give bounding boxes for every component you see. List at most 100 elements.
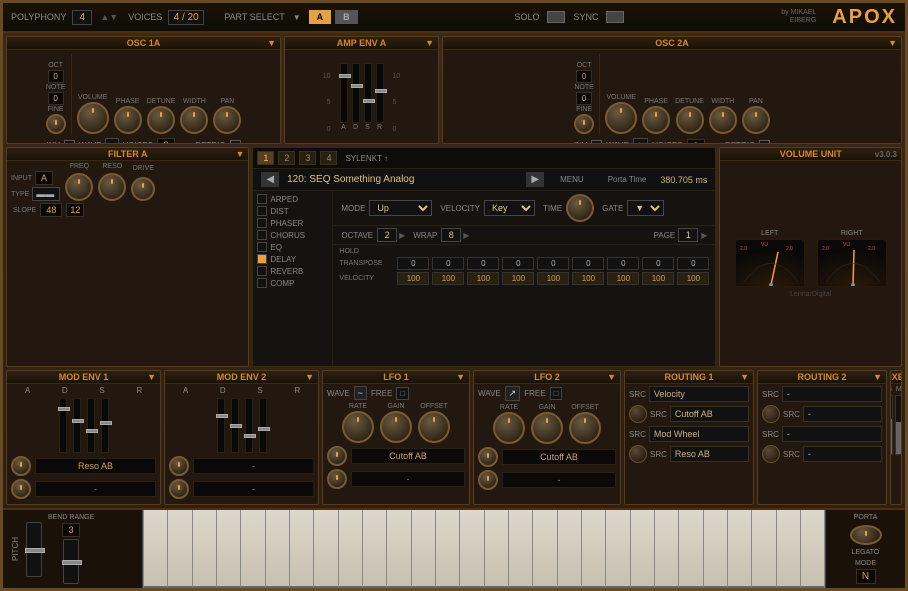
key-d2[interactable] bbox=[338, 510, 362, 588]
seq-note-2[interactable]: 0 bbox=[467, 257, 499, 270]
seq-chorus-box[interactable] bbox=[257, 230, 267, 240]
mod-env2-dest2[interactable]: - bbox=[193, 481, 314, 497]
amp-a-track[interactable] bbox=[340, 63, 348, 123]
osc1-wave-val[interactable]: ~ bbox=[105, 138, 118, 144]
osc2-volume-knob[interactable] bbox=[605, 102, 637, 134]
key-g4[interactable] bbox=[751, 510, 775, 588]
key-e2[interactable] bbox=[362, 510, 386, 588]
seq-note-4[interactable]: 0 bbox=[537, 257, 569, 270]
lfo1-dest2[interactable]: - bbox=[351, 471, 465, 487]
lfo2-wave-sel[interactable]: ↗ bbox=[505, 386, 521, 401]
lfo1-offset-knob[interactable] bbox=[418, 411, 450, 443]
key-d4[interactable] bbox=[678, 510, 702, 588]
filter-slope-val[interactable]: 48 bbox=[40, 203, 62, 217]
mod-env1-r-track[interactable] bbox=[101, 398, 109, 453]
key-f2[interactable] bbox=[386, 510, 410, 588]
seq-note-1[interactable]: 0 bbox=[432, 257, 464, 270]
lfo1-dest2-knob[interactable] bbox=[327, 469, 347, 489]
amp-s-track[interactable] bbox=[364, 63, 372, 123]
key-e3[interactable] bbox=[532, 510, 556, 588]
osc2-retrig-check[interactable] bbox=[759, 140, 770, 144]
bend-handle-2[interactable] bbox=[62, 560, 82, 565]
amp-r-handle[interactable] bbox=[375, 89, 387, 93]
osc2-fine-knob[interactable] bbox=[574, 114, 594, 134]
seq-note-5[interactable]: 0 bbox=[572, 257, 604, 270]
seq-dist-box[interactable] bbox=[257, 206, 267, 216]
filter-type-val[interactable]: ▬▬ bbox=[32, 187, 60, 201]
solo-led[interactable] bbox=[547, 11, 565, 23]
mod-env2-a-handle[interactable] bbox=[216, 414, 228, 418]
seq-page-val[interactable]: 1 bbox=[678, 228, 698, 242]
routing2-val1[interactable]: - bbox=[803, 406, 882, 422]
lfo2-offset-knob[interactable] bbox=[569, 412, 601, 444]
lfo1-wave-sel[interactable]: ~ bbox=[354, 386, 367, 400]
key-b4[interactable] bbox=[800, 510, 825, 588]
key-b3[interactable] bbox=[630, 510, 654, 588]
bend-handle-1[interactable] bbox=[25, 548, 45, 553]
osc1-phase-knob[interactable] bbox=[114, 106, 142, 134]
seq-note-8[interactable]: 0 bbox=[677, 257, 709, 270]
filter-drive-knob[interactable] bbox=[131, 177, 155, 201]
seq-gate-dropdown[interactable]: ▼ bbox=[627, 200, 664, 216]
amp-d-track[interactable] bbox=[352, 63, 360, 123]
key-f3[interactable] bbox=[557, 510, 581, 588]
osc1-note-val[interactable]: 0 bbox=[48, 92, 64, 105]
key-b1[interactable] bbox=[289, 510, 313, 588]
key-a2[interactable] bbox=[435, 510, 459, 588]
osc2-inv-check[interactable] bbox=[591, 140, 602, 144]
key-d1[interactable] bbox=[167, 510, 191, 588]
osc1-voices-arrows[interactable]: ◀▶ bbox=[179, 141, 191, 145]
porta-knob[interactable] bbox=[850, 525, 882, 545]
key-g1[interactable] bbox=[240, 510, 264, 588]
key-d3[interactable] bbox=[508, 510, 532, 588]
seq-vel-0[interactable]: 100 bbox=[397, 272, 429, 285]
seq-prev-btn[interactable]: ◀ bbox=[261, 172, 279, 187]
mod-env1-dest2-knob[interactable] bbox=[11, 479, 31, 499]
routing1-val0[interactable]: Velocity bbox=[649, 386, 749, 402]
key-g2[interactable] bbox=[411, 510, 435, 588]
key-e1[interactable] bbox=[192, 510, 216, 588]
seq-octave-arrows[interactable]: ▶ bbox=[399, 231, 405, 240]
key-g3[interactable] bbox=[581, 510, 605, 588]
sync-led[interactable] bbox=[606, 11, 624, 23]
mod-env2-dest[interactable]: - bbox=[193, 458, 314, 474]
seq-vel-2[interactable]: 100 bbox=[467, 272, 499, 285]
seq-comp-box[interactable] bbox=[257, 278, 267, 288]
key-c4[interactable] bbox=[654, 510, 678, 588]
seq-vel-8[interactable]: 100 bbox=[677, 272, 709, 285]
seq-tab-3[interactable]: 3 bbox=[299, 151, 316, 165]
mod-env2-s-handle[interactable] bbox=[244, 434, 256, 438]
routing1-knob0[interactable] bbox=[629, 405, 647, 423]
mod-env1-d-track[interactable] bbox=[73, 398, 81, 453]
part-a-button[interactable]: A bbox=[309, 10, 332, 24]
osc2-width-knob[interactable] bbox=[709, 106, 737, 134]
key-c3[interactable] bbox=[484, 510, 508, 588]
lfo2-dest2-knob[interactable] bbox=[478, 470, 498, 490]
amp-a-handle[interactable] bbox=[339, 74, 351, 78]
key-a1[interactable] bbox=[265, 510, 289, 588]
seq-tab-4[interactable]: 4 bbox=[320, 151, 337, 165]
osc2-voices-arrows[interactable]: ◀▶ bbox=[709, 141, 721, 144]
osc2-note-val[interactable]: 0 bbox=[576, 92, 592, 105]
part-b-button[interactable]: B bbox=[335, 10, 358, 24]
routing2-val3[interactable]: - bbox=[803, 446, 882, 462]
seq-mode-dropdown[interactable]: Up Down Random bbox=[369, 200, 432, 216]
lfo1-dest[interactable]: Cutoff AB bbox=[351, 448, 465, 464]
osc1-detune-knob[interactable] bbox=[147, 106, 175, 134]
seq-vel-4[interactable]: 100 bbox=[537, 272, 569, 285]
mod-env1-r-handle[interactable] bbox=[100, 421, 112, 425]
mode-val[interactable]: N bbox=[856, 569, 876, 584]
key-c1[interactable] bbox=[143, 510, 167, 588]
osc1-width-knob[interactable] bbox=[180, 106, 208, 134]
lfo1-gain-knob[interactable] bbox=[380, 411, 412, 443]
mod-env1-a-handle[interactable] bbox=[58, 407, 70, 411]
key-a3[interactable] bbox=[605, 510, 629, 588]
routing1-val2[interactable]: Mod Wheel bbox=[649, 426, 749, 442]
osc1-voices-val[interactable]: 2 bbox=[157, 138, 175, 144]
seq-vel-5[interactable]: 100 bbox=[572, 272, 604, 285]
key-f4[interactable] bbox=[727, 510, 751, 588]
routing2-val2[interactable]: - bbox=[782, 426, 882, 442]
mod-env1-dest-knob[interactable] bbox=[11, 456, 31, 476]
osc1-volume-knob[interactable] bbox=[77, 102, 109, 134]
filter-input-val[interactable]: A bbox=[35, 171, 53, 185]
